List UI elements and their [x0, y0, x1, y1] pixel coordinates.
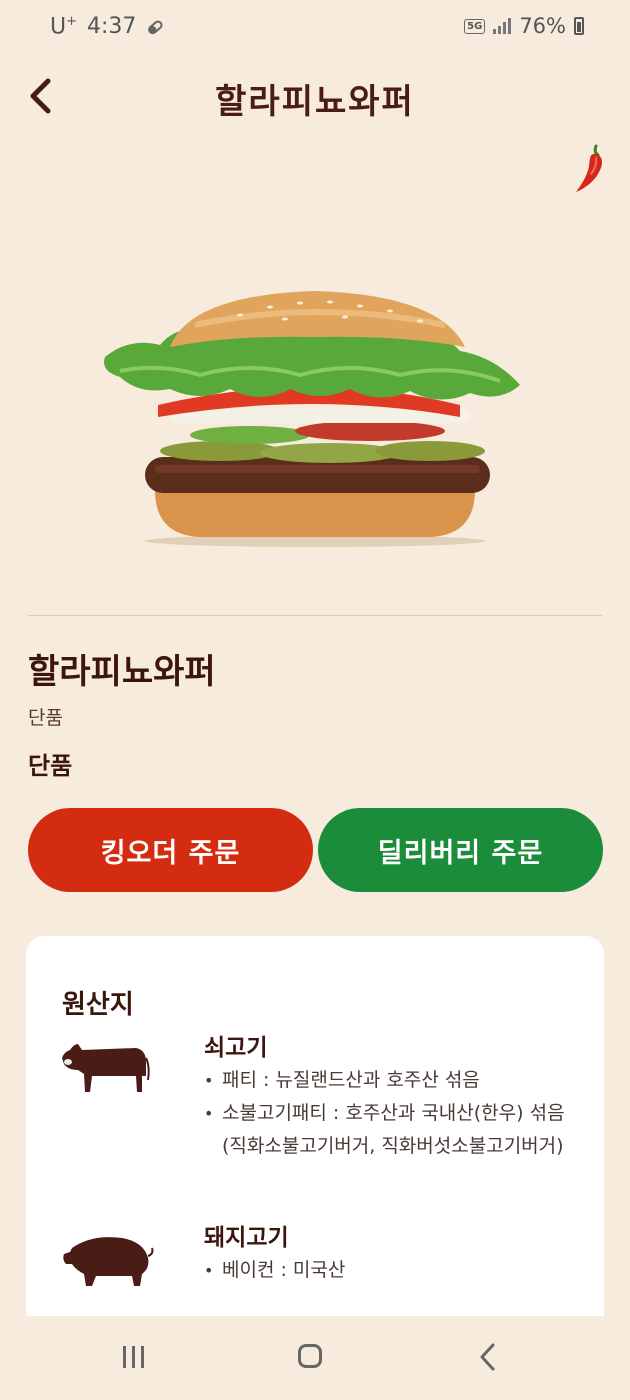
status-bar: U+ 4:37 5G 76%	[0, 0, 630, 58]
list-item: 패티 : 뉴질랜드산과 호주산 섞음	[204, 1064, 580, 1097]
origin-list: 패티 : 뉴질랜드산과 호주산 섞음 소불고기패티 : 호주산과 국내산(한우)…	[204, 1064, 580, 1163]
app-header: 할라피뇨와퍼	[0, 60, 630, 140]
network-badge: 5G	[464, 18, 486, 34]
home-button[interactable]	[298, 1344, 322, 1368]
chili-pepper-icon	[576, 144, 602, 192]
battery-percent: 76%	[519, 14, 566, 38]
origin-section-name: 돼지고기	[204, 1225, 289, 1251]
status-time: 4:37	[87, 14, 137, 40]
delivery-order-button[interactable]: 딜리버리 주문	[318, 808, 603, 892]
list-item: 소불고기패티 : 호주산과 국내산(한우) 섞음 (직화소불고기버거, 직화버섯…	[204, 1097, 580, 1163]
page-title: 할라피뇨와퍼	[215, 82, 415, 122]
origin-section-name: 쇠고기	[204, 1035, 268, 1061]
king-order-button[interactable]: 킹오더 주문	[28, 808, 313, 892]
system-back-icon[interactable]	[478, 1342, 498, 1372]
cow-icon	[62, 1044, 150, 1092]
list-item: 베이컨 : 미국산	[204, 1254, 580, 1287]
divider	[28, 615, 602, 616]
product-name: 할라피뇨와퍼	[28, 652, 216, 692]
burger-image	[104, 291, 520, 547]
signal-icon	[493, 18, 512, 34]
recent-apps-button[interactable]	[123, 1346, 144, 1368]
pig-icon	[63, 1237, 154, 1286]
origin-card: 원산지 쇠고기 패티 : 뉴질랜드산과 호주산 섞음 소불고기패티 : 호주산과…	[26, 936, 604, 1336]
origin-title: 원산지	[62, 990, 134, 1020]
battery-icon	[574, 17, 584, 35]
carrier-label: U+	[50, 14, 78, 40]
origin-list: 베이컨 : 미국산	[204, 1254, 580, 1287]
product-option[interactable]: 단품	[28, 746, 72, 781]
pill-icon	[148, 20, 163, 34]
product-type-label: 단품	[28, 707, 63, 729]
system-nav-bar	[0, 1316, 630, 1400]
